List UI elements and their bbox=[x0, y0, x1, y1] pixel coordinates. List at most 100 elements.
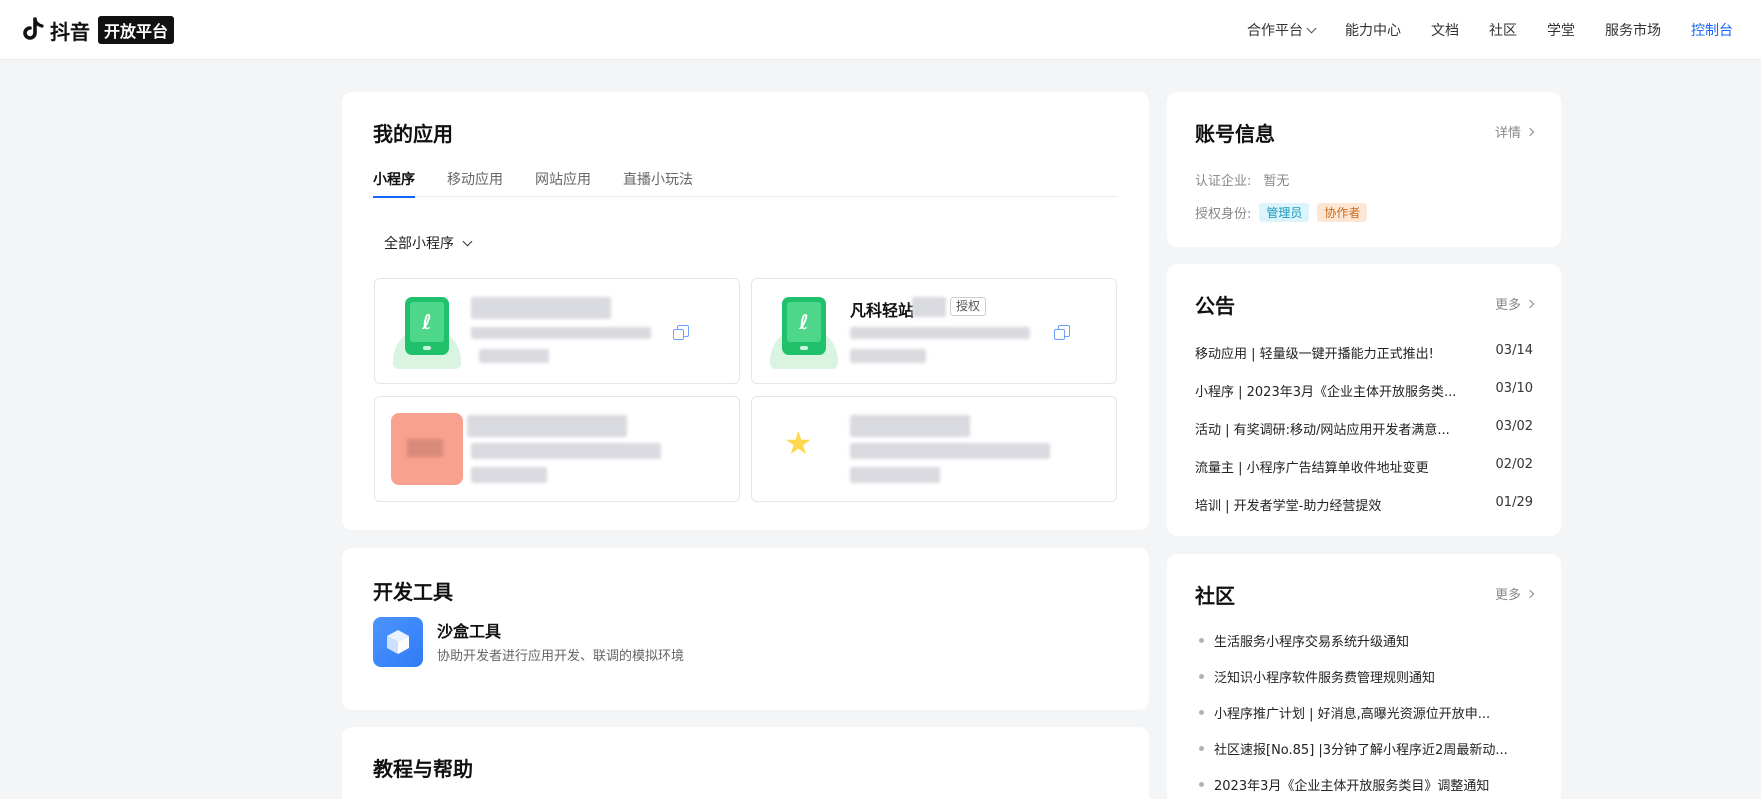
mini-program-icon: ℓ bbox=[770, 297, 838, 369]
copy-icon[interactable] bbox=[673, 325, 689, 340]
announcement-item[interactable]: 流量主 | 小程序广告结算单收件地址变更 02/02 bbox=[1195, 457, 1533, 477]
mini-program-filter-dropdown[interactable]: 全部小程序 bbox=[384, 233, 473, 253]
role-admin-tag: 管理员 bbox=[1259, 203, 1310, 222]
app-card[interactable]: ℓ 凡科轻站 授权 bbox=[751, 278, 1117, 384]
tab-mobile-app[interactable]: 移动应用 bbox=[447, 169, 503, 197]
redacted-app-name bbox=[471, 297, 611, 319]
announcement-date: 03/10 bbox=[1495, 381, 1533, 396]
community-item-text: 小程序推广计划 | 好消息,高曝光资源位开放申... bbox=[1214, 706, 1491, 722]
community-item-text: 2023年3月《企业主体开放服务类目》调整通知 bbox=[1214, 778, 1490, 794]
bullet-dot bbox=[1199, 673, 1204, 679]
announcement-item[interactable]: 培训 | 开发者学堂-助力经营提效 01/29 bbox=[1195, 495, 1533, 515]
announcement-text: 移动应用 | 轻量级一键开播能力正式推出! bbox=[1195, 347, 1434, 362]
announcement-item[interactable]: 小程序 | 2023年3月《企业主体开放服务类... 03/10 bbox=[1195, 381, 1533, 401]
authorized-role-row: 授权身份: 管理员 协作者 bbox=[1195, 203, 1368, 222]
nav-label: 学堂 bbox=[1547, 23, 1575, 39]
announcement-item[interactable]: 移动应用 | 轻量级一键开播能力正式推出! 03/14 bbox=[1195, 343, 1533, 363]
nav-console[interactable]: 控制台 bbox=[1691, 20, 1733, 40]
chevron-down-icon bbox=[1306, 23, 1317, 33]
copy-icon[interactable] bbox=[1054, 325, 1070, 340]
tab-mini-program[interactable]: 小程序 bbox=[373, 169, 415, 198]
announcement-text: 小程序 | 2023年3月《企业主体开放服务类... bbox=[1195, 385, 1457, 400]
certified-company-row: 认证企业: 暂无 bbox=[1195, 170, 1289, 189]
logo-badge: 开放平台 bbox=[98, 16, 175, 44]
mini-program-icon: ℓ bbox=[393, 297, 461, 369]
app-card[interactable]: ℓ bbox=[374, 278, 740, 384]
community-more-link[interactable]: 更多 bbox=[1494, 584, 1535, 603]
chevron-down-icon bbox=[462, 236, 473, 246]
redacted-app-status bbox=[479, 349, 549, 363]
role-label: 授权身份: bbox=[1195, 207, 1252, 222]
nav-label: 服务市场 bbox=[1605, 23, 1661, 39]
my-apps-card: 我的应用 小程序 移动应用 网站应用 直播小玩法 全部小程序 ℓ ℓ 凡科轻站 … bbox=[342, 92, 1149, 530]
cert-value: 暂无 bbox=[1263, 174, 1290, 189]
sandbox-tool-icon[interactable] bbox=[373, 617, 423, 667]
top-navigation-bar: 抖音 开放平台 合作平台 能力中心 文档 社区 学堂 服务市场 控制台 bbox=[0, 0, 1761, 60]
nav-label: 文档 bbox=[1431, 23, 1459, 39]
authorized-badge: 授权 bbox=[950, 297, 987, 316]
community-item[interactable]: 小程序推广计划 | 好消息,高曝光资源位开放申... bbox=[1199, 702, 1533, 722]
sandbox-tool-desc: 协助开发者进行应用开发、联调的模拟环境 bbox=[437, 649, 685, 664]
redacted-overlay bbox=[912, 297, 946, 317]
chevron-right-icon bbox=[1525, 589, 1535, 598]
nav-capability-center[interactable]: 能力中心 bbox=[1345, 20, 1401, 40]
community-title: 社区 bbox=[1195, 584, 1235, 608]
bullet-dot bbox=[1199, 637, 1204, 643]
dev-tools-title: 开发工具 bbox=[373, 580, 453, 604]
community-item-text: 社区速报[No.85] |3分钟了解小程序近2周最新动... bbox=[1214, 742, 1508, 758]
nav-label: 控制台 bbox=[1691, 23, 1733, 39]
announcement-date: 01/29 bbox=[1495, 495, 1533, 510]
nav-community[interactable]: 社区 bbox=[1489, 20, 1517, 40]
nav-docs[interactable]: 文档 bbox=[1431, 20, 1459, 40]
redacted-app-id bbox=[471, 443, 661, 459]
detail-label: 详情 bbox=[1494, 126, 1521, 141]
tutorials-title: 教程与帮助 bbox=[373, 757, 473, 781]
community-item[interactable]: 泛知识小程序软件服务费管理规则通知 bbox=[1199, 666, 1533, 686]
filter-label: 全部小程序 bbox=[384, 236, 454, 252]
redacted-app-status bbox=[471, 467, 547, 483]
announcement-date: 02/02 bbox=[1495, 457, 1533, 472]
nav-label: 能力中心 bbox=[1345, 23, 1401, 39]
community-item[interactable]: 社区速报[No.85] |3分钟了解小程序近2周最新动... bbox=[1199, 738, 1533, 758]
more-label: 更多 bbox=[1494, 588, 1521, 603]
community-item-text: 泛知识小程序软件服务费管理规则通知 bbox=[1214, 670, 1436, 686]
nav-label: 合作平台 bbox=[1247, 23, 1303, 39]
announcements-more-link[interactable]: 更多 bbox=[1494, 294, 1535, 313]
cube-icon bbox=[387, 630, 409, 654]
announcement-date: 03/02 bbox=[1495, 419, 1533, 434]
nav-academy[interactable]: 学堂 bbox=[1547, 20, 1575, 40]
announcement-text: 活动 | 有奖调研:移动/网站应用开发者满意... bbox=[1195, 423, 1450, 438]
announcement-item[interactable]: 活动 | 有奖调研:移动/网站应用开发者满意... 03/02 bbox=[1195, 419, 1533, 439]
tutorials-card: 教程与帮助 bbox=[342, 727, 1149, 799]
announcement-text: 流量主 | 小程序广告结算单收件地址变更 bbox=[1195, 461, 1429, 476]
star-icon: ★ bbox=[784, 424, 813, 462]
redacted-app-id bbox=[471, 327, 651, 339]
logo-text: 抖音 bbox=[50, 19, 90, 44]
redacted-app-id bbox=[850, 327, 1030, 339]
community-card: 社区 更多 生活服务小程序交易系统升级通知 泛知识小程序软件服务费管理规则通知 … bbox=[1167, 554, 1561, 799]
app-name: 凡科轻站 bbox=[850, 301, 915, 320]
sandbox-tool-name[interactable]: 沙盒工具 bbox=[437, 618, 501, 642]
role-collaborator-tag: 协作者 bbox=[1317, 203, 1368, 222]
nav-cooperation-platform[interactable]: 合作平台 bbox=[1247, 20, 1317, 40]
my-apps-title: 我的应用 bbox=[373, 122, 453, 146]
nav-label: 社区 bbox=[1489, 23, 1517, 39]
account-detail-link[interactable]: 详情 bbox=[1494, 122, 1535, 141]
app-card[interactable] bbox=[374, 396, 740, 502]
platform-logo[interactable]: 抖音 开放平台 bbox=[22, 16, 175, 44]
bullet-dot bbox=[1199, 745, 1204, 751]
tab-website-app[interactable]: 网站应用 bbox=[535, 169, 591, 197]
redacted-app-status bbox=[850, 467, 940, 483]
community-item[interactable]: 生活服务小程序交易系统升级通知 bbox=[1199, 630, 1533, 650]
chevron-right-icon bbox=[1525, 299, 1535, 308]
tab-live-game[interactable]: 直播小玩法 bbox=[623, 169, 693, 197]
account-info-title: 账号信息 bbox=[1195, 122, 1275, 146]
orange-app-icon bbox=[391, 413, 463, 485]
account-info-card: 账号信息 详情 认证企业: 暂无 授权身份: 管理员 协作者 bbox=[1167, 92, 1561, 247]
more-label: 更多 bbox=[1494, 298, 1521, 313]
app-card[interactable]: ★ bbox=[751, 396, 1117, 502]
community-item[interactable]: 2023年3月《企业主体开放服务类目》调整通知 bbox=[1199, 774, 1533, 794]
nav-service-market[interactable]: 服务市场 bbox=[1605, 20, 1661, 40]
announcement-text: 培训 | 开发者学堂-助力经营提效 bbox=[1195, 499, 1382, 514]
douyin-note-icon bbox=[23, 17, 44, 40]
